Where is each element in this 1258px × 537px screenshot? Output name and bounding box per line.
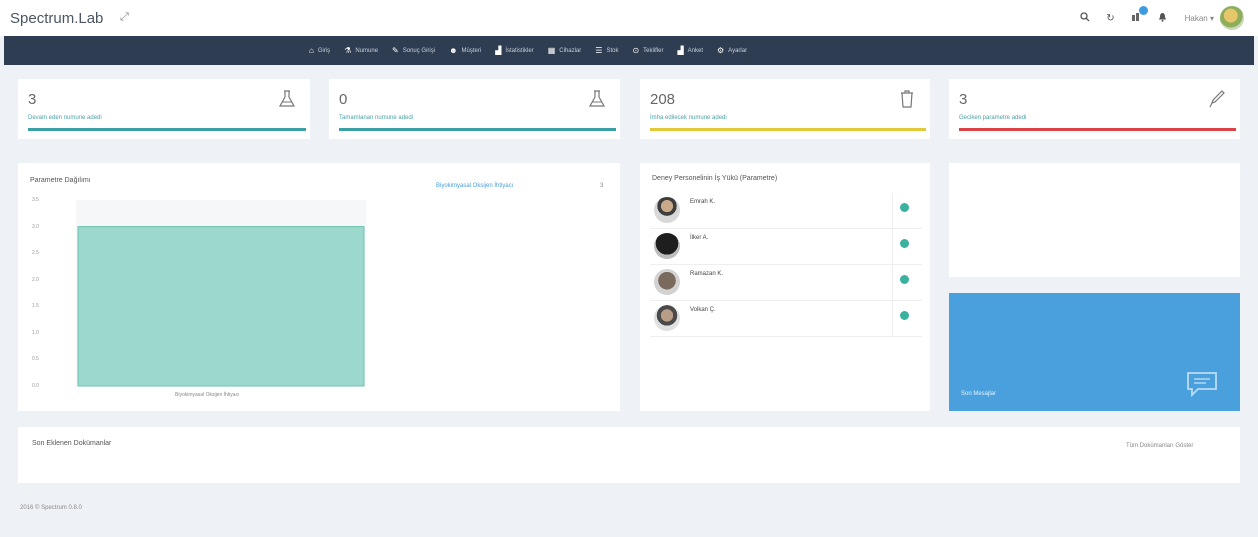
stat-bar (339, 128, 616, 131)
status-badge (900, 239, 909, 248)
list-item[interactable]: Ramazan K. (650, 265, 922, 301)
stat-label: İmha edilecek numune adedi (650, 115, 727, 121)
avatar[interactable] (1220, 6, 1244, 30)
stok-icon: ☰ (595, 46, 603, 55)
user-menu[interactable]: Hakan ▾ (1185, 14, 1214, 23)
brand-logo[interactable]: Spectrum.Lab (10, 10, 103, 27)
list-item[interactable]: İlker A. (650, 229, 922, 265)
notifications-icon[interactable] (1131, 6, 1148, 25)
nav-item-label: Anket (687, 47, 703, 54)
x-axis-tick-label: Biyokimyasal Oksijen İhtiyacı (175, 392, 240, 398)
nav-item-giriş[interactable]: ⌂ Giriş (309, 46, 330, 55)
flask-icon: ⚗ (344, 46, 352, 55)
top-header: Spectrum.Lab ⤢ ↻ Hakan ▾ (0, 0, 1258, 36)
nav-item-label: İstatistikler (505, 47, 534, 54)
notification-badge (1138, 6, 1148, 15)
nav-item-teklifler[interactable]: ⊙ Teklifler (632, 46, 663, 55)
workload-panel: Deney Personelinin İş Yükü (Parametre) E… (640, 163, 930, 411)
home-icon: ⌂ (309, 46, 314, 55)
avatar (654, 233, 680, 259)
stat-card-ongoing[interactable]: 3 Devam eden numune adedi (18, 79, 310, 139)
flask-icon (588, 90, 606, 107)
teklif-icon: ⊙ (632, 46, 640, 55)
divider (892, 193, 893, 229)
messages-tile[interactable]: Son Mesajlar (949, 293, 1240, 411)
nav-item-label: Cihazlar (559, 47, 582, 54)
stat-bar (28, 128, 306, 131)
status-badge (900, 275, 909, 284)
messages-label: Son Mesajlar (961, 391, 997, 397)
nav-item-müşteri[interactable]: ☻ Müşteri (449, 46, 481, 55)
nav-menu: ⌂ Giriş ⚗ Numune ✎ Sonuç Girişi ☻ Müşteri ▟ İstat… (309, 36, 761, 65)
eyedropper-icon (1209, 90, 1225, 108)
divider (892, 301, 893, 337)
flask-icon (278, 90, 296, 107)
list-item[interactable]: Emrah K. (650, 193, 922, 229)
expand-icon[interactable]: ⤢ (120, 11, 129, 24)
chat-icon (1187, 372, 1217, 397)
stat-label: Tamamlanan numune adedi (339, 115, 414, 121)
avatar (654, 197, 680, 223)
avatar (654, 305, 680, 331)
person-name: Ramazan K. (690, 271, 724, 277)
stat-value: 0 (339, 91, 348, 108)
stat-value: 208 (650, 91, 676, 108)
stat-card-disposal[interactable]: 208 İmha edilecek numune adedi (640, 79, 930, 139)
stat-card-delayed[interactable]: 3 Geciken parametre adedi (949, 79, 1240, 139)
stat-label: Devam eden numune adedi (28, 115, 102, 121)
nav-item-stok[interactable]: ☰ Stok (595, 46, 618, 55)
stats-icon: ▟ (495, 46, 502, 55)
empty-panel (949, 163, 1240, 277)
username: Hakan (1184, 13, 1208, 23)
status-badge (900, 311, 909, 320)
user-icon: ☻ (449, 46, 458, 55)
nav-item-i-statistikler[interactable]: ▟ İstatistikler (495, 46, 534, 55)
stat-bar (650, 128, 926, 131)
nav-item-label: Stok (606, 47, 619, 54)
nav-item-ayarlar[interactable]: ⚙ Ayarlar (717, 46, 747, 55)
status-badge (900, 203, 909, 212)
header-actions: ↻ Hakan ▾ (1064, 6, 1244, 30)
nav-item-numune[interactable]: ⚗ Numune (344, 46, 378, 55)
search-icon[interactable] (1080, 11, 1090, 25)
main-nav: ⌂ Giriş ⚗ Numune ✎ Sonuç Girişi ☻ Müşteri ▟ İstat… (4, 36, 1254, 65)
nav-item-label: Müşteri (461, 47, 482, 54)
anket-icon: ▟ (677, 46, 684, 55)
list-item[interactable]: Volkan Ç. (650, 301, 922, 337)
nav-item-sonuç-girişi[interactable]: ✎ Sonuç Girişi (392, 46, 435, 55)
stat-bar (959, 128, 1236, 131)
settings-icon: ⚙ (717, 46, 725, 55)
documents-title: Son Eklenen Dokümanlar (32, 440, 112, 447)
nav-item-cihazlar[interactable]: ▦ Cihazlar (548, 46, 582, 55)
chart-bar[interactable] (77, 226, 365, 387)
stat-value: 3 (28, 91, 37, 108)
nav-item-label: Giriş (317, 47, 331, 54)
stat-label: Geciken parametre adedi (959, 115, 1027, 121)
nav-item-anket[interactable]: ▟ Anket (678, 46, 704, 55)
divider (892, 229, 893, 265)
person-name: İlker A. (690, 235, 709, 241)
divider (892, 265, 893, 301)
person-name: Emrah K. (690, 199, 716, 205)
documents-panel: Son Eklenen Dokümanlar Tüm Dokümanları G… (18, 427, 1240, 483)
avatar (654, 269, 680, 295)
parameter-chart-panel: Parametre Dağılımı Biyokimyasal Oksijen … (18, 163, 620, 411)
refresh-icon[interactable]: ↻ (1106, 13, 1114, 24)
nav-item-label: Numune (355, 47, 379, 54)
bell-icon[interactable] (1158, 12, 1167, 25)
stat-card-completed[interactable]: 0 Tamamlanan numune adedi (329, 79, 620, 139)
person-name: Volkan Ç. (690, 307, 716, 313)
nav-item-label: Teklifler (643, 47, 664, 54)
cihazlar-icon: ▦ (547, 46, 556, 55)
workload-title: Deney Personelinin İş Yükü (Parametre) (652, 175, 778, 182)
chart-plot (76, 200, 366, 387)
trash-icon (901, 90, 913, 108)
show-all-documents-link[interactable]: Tüm Dokümanları Göster (1126, 443, 1193, 449)
footer-text: 2016 © Spectrum 0.8.0 (20, 505, 82, 511)
pen-icon: ✎ (392, 46, 399, 55)
stat-value: 3 (959, 91, 968, 108)
nav-item-label: Sonuç Girişi (402, 47, 436, 54)
nav-item-label: Ayarlar (728, 47, 748, 54)
